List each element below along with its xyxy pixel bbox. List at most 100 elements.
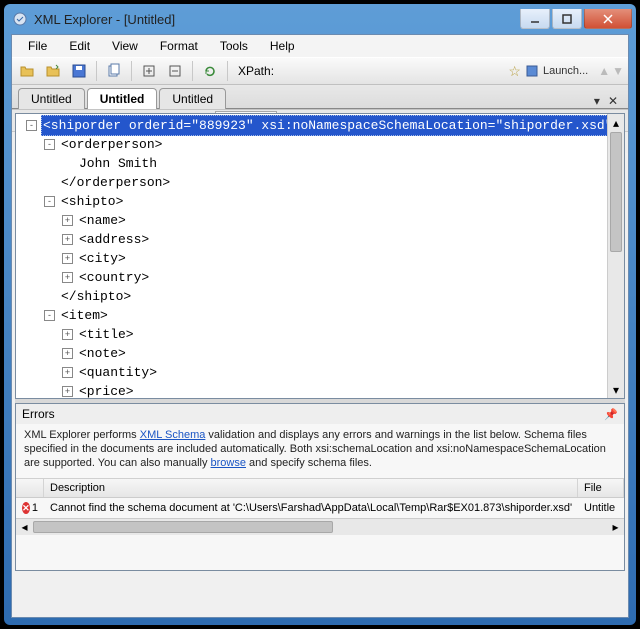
- scroll-left-icon[interactable]: ◂: [16, 519, 33, 536]
- tree-node-text: <note>: [77, 344, 128, 363]
- scroll-down-icon[interactable]: ▾: [608, 381, 624, 398]
- tree-node-text: <item>: [59, 306, 110, 325]
- tree-node-text: </orderperson>: [59, 173, 172, 192]
- tab-menu-icon[interactable]: ▾: [590, 94, 604, 108]
- tree-row[interactable]: + <quantity>: [20, 363, 624, 382]
- errors-panel: Errors 📌 XML Explorer performs XML Schem…: [15, 403, 625, 571]
- column-description[interactable]: Description: [44, 479, 578, 497]
- expand-icon[interactable]: +: [62, 253, 73, 264]
- menu-format[interactable]: Format: [150, 37, 208, 55]
- expand-icon[interactable]: +: [62, 329, 73, 340]
- error-row[interactable]: ✕1 Cannot find the schema document at 'C…: [16, 498, 624, 518]
- tab-untitled-2[interactable]: Untitled: [159, 88, 226, 109]
- tab-untitled-0[interactable]: Untitled: [18, 88, 85, 109]
- tree-row[interactable]: </shipto>: [20, 287, 624, 306]
- browse-link[interactable]: browse: [211, 457, 246, 469]
- tree-node-text: <city>: [77, 249, 128, 268]
- tree-node-text: <quantity>: [77, 363, 159, 382]
- xpath-label: XPath:: [238, 64, 274, 78]
- copy-button[interactable]: [103, 60, 125, 82]
- expand-icon[interactable]: +: [62, 348, 73, 359]
- app-icon: [12, 11, 28, 27]
- tree-row[interactable]: + <address>: [20, 230, 624, 249]
- error-icon: ✕: [22, 502, 30, 514]
- title-bar[interactable]: XML Explorer - [Untitled]: [4, 4, 636, 34]
- tree-spacer: [62, 158, 73, 169]
- tree-row[interactable]: + <name>: [20, 211, 624, 230]
- menu-tools[interactable]: Tools: [210, 37, 258, 55]
- document-tabstrip: Untitled Untitled Untitled ▾ ✕: [12, 85, 628, 109]
- tree-row[interactable]: -<item>: [20, 306, 624, 325]
- tab-close-icon[interactable]: ✕: [604, 94, 622, 108]
- maximize-button[interactable]: [552, 9, 582, 29]
- collapse-icon[interactable]: -: [44, 196, 55, 207]
- tree-node-text: John Smith: [77, 154, 159, 173]
- expand-button[interactable]: [138, 60, 160, 82]
- collapse-icon[interactable]: -: [44, 310, 55, 321]
- expand-icon[interactable]: +: [62, 386, 73, 397]
- scrollbar-thumb[interactable]: [610, 132, 622, 252]
- tree-row[interactable]: </orderperson>: [20, 173, 624, 192]
- tree-row[interactable]: -<shiporder orderid="889923" xsi:noNames…: [20, 116, 624, 135]
- tree-row[interactable]: -<orderperson>: [20, 135, 624, 154]
- launch-label: Launch...: [543, 65, 588, 77]
- menu-bar: File Edit View Format Tools Help: [12, 35, 628, 57]
- horizontal-scrollbar[interactable]: ◂ ▸: [16, 518, 624, 535]
- save-button[interactable]: [68, 60, 90, 82]
- tree-node-text: <shipto>: [59, 192, 125, 211]
- tree-row[interactable]: -<shipto>: [20, 192, 624, 211]
- menu-help[interactable]: Help: [260, 37, 305, 55]
- window-title: XML Explorer - [Untitled]: [34, 12, 520, 27]
- tree-node-text: <address>: [77, 230, 151, 249]
- open-button[interactable]: [16, 60, 38, 82]
- collapse-icon[interactable]: -: [26, 120, 37, 131]
- collapse-button[interactable]: [164, 60, 186, 82]
- expand-icon[interactable]: +: [62, 272, 73, 283]
- menu-edit[interactable]: Edit: [59, 37, 100, 55]
- close-button[interactable]: [584, 9, 632, 29]
- tree-row[interactable]: + <country>: [20, 268, 624, 287]
- tree-spacer: [44, 291, 55, 302]
- tree-node-text: <country>: [77, 268, 151, 287]
- error-description: Cannot find the schema document at 'C:\U…: [44, 500, 578, 516]
- toolbar: XPath: ☆ Launch... ▲ ▼: [12, 57, 628, 85]
- expand-icon[interactable]: +: [62, 367, 73, 378]
- favorite-icon[interactable]: ☆: [508, 63, 521, 80]
- expand-icon[interactable]: +: [62, 215, 73, 226]
- tree-row[interactable]: + <note>: [20, 344, 624, 363]
- tree-node-text: <shiporder orderid="889923" xsi:noNamesp…: [41, 115, 622, 136]
- open-recent-button[interactable]: [42, 60, 64, 82]
- column-file[interactable]: File: [578, 479, 624, 497]
- vertical-scrollbar[interactable]: ▴ ▾: [607, 114, 624, 398]
- collapse-icon[interactable]: -: [44, 139, 55, 150]
- refresh-button[interactable]: [199, 60, 221, 82]
- menu-view[interactable]: View: [102, 37, 148, 55]
- tree-row[interactable]: John Smith: [20, 154, 624, 173]
- errors-panel-title: Errors: [22, 407, 55, 421]
- tree-node-text: <title>: [77, 325, 136, 344]
- tab-untitled-1[interactable]: Untitled: [87, 88, 158, 109]
- xml-tree-view[interactable]: -<shiporder orderid="889923" xsi:noNames…: [15, 113, 625, 399]
- tree-node-text: <name>: [77, 211, 128, 230]
- expand-icon[interactable]: +: [62, 234, 73, 245]
- tree-row[interactable]: + <title>: [20, 325, 624, 344]
- nav-up-icon[interactable]: ▲: [598, 64, 610, 78]
- scroll-right-icon[interactable]: ▸: [607, 519, 624, 536]
- error-file: Untitle: [578, 500, 624, 516]
- tree-row[interactable]: +<price>: [20, 382, 624, 398]
- window-frame: XML Explorer - [Untitled] File Edit View…: [4, 4, 636, 625]
- nav-down-icon[interactable]: ▼: [612, 64, 624, 78]
- tree-row[interactable]: + <city>: [20, 249, 624, 268]
- tree-node-text: <orderperson>: [59, 135, 164, 154]
- menu-file[interactable]: File: [18, 37, 57, 55]
- minimize-button[interactable]: [520, 9, 550, 29]
- errors-description: XML Explorer performs XML Schema validat…: [16, 424, 624, 479]
- errors-column-headers[interactable]: Description File: [16, 479, 624, 498]
- client-area: File Edit View Format Tools Help XPath: …: [11, 34, 629, 618]
- pin-icon[interactable]: 📌: [604, 408, 618, 421]
- scroll-up-icon[interactable]: ▴: [608, 114, 624, 131]
- hscrollbar-thumb[interactable]: [33, 521, 333, 533]
- xml-schema-link[interactable]: XML Schema: [140, 429, 206, 441]
- tree-node-text: </shipto>: [59, 287, 133, 306]
- launch-button[interactable]: Launch...: [525, 64, 588, 78]
